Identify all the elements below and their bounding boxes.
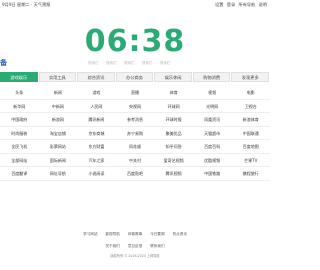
- link-item[interactable]: 知乎问答: [154, 140, 193, 153]
- login-link[interactable]: 登录: [227, 2, 235, 7]
- bottom-link[interactable]: 影视导航: [105, 231, 119, 237]
- date-weather: 9月9日 星期二 · 天气预报: [2, 2, 51, 7]
- link-item[interactable]: 小说阅读: [77, 167, 116, 180]
- tab-games[interactable]: 游戏娱乐: [0, 72, 38, 82]
- link-item[interactable]: 彩票网站: [39, 140, 78, 153]
- link-item[interactable]: 天猫超市: [193, 127, 232, 140]
- top-bar: 9月9日 星期二 · 天气预报 设置 登录 所有导航 说明: [0, 0, 270, 10]
- link-row: 全部网站 国际新闻 汽车之家 中关村 爱奇艺视频 优酷视频 芒果TV: [0, 154, 270, 167]
- link-row: 时尚服装 淘宝店铺 京东商城 苏宁易购 聚美优品 天猫超市 中国联通: [0, 127, 270, 140]
- link-row: 全民飞机 彩票网站 东方财富 同花顺 知乎问答 百度百科 百度地图: [0, 140, 270, 154]
- link-item[interactable]: 全部网站: [0, 154, 39, 167]
- about-link[interactable]: 关于我们: [105, 243, 119, 249]
- link-item[interactable]: 卫视台: [231, 100, 270, 113]
- all-nav-link[interactable]: 所有导航: [239, 2, 256, 7]
- top-links: 设置 登录 所有导航 说明: [213, 0, 267, 10]
- link-item[interactable]: 优酷视频: [193, 154, 232, 167]
- bottom-link[interactable]: 体育赛事: [128, 231, 142, 237]
- link-item[interactable]: 新浪网: [39, 113, 78, 126]
- tab-shopping[interactable]: 购物消费: [192, 72, 231, 82]
- tab-news[interactable]: 综合资讯: [77, 72, 115, 82]
- link-item[interactable]: 凤凰资讯: [193, 113, 232, 126]
- link-item[interactable]: 全民飞机: [0, 140, 39, 153]
- link-row: 新华网 中新网 人民网 央视网 环球网 光明网 卫视台: [0, 100, 270, 113]
- link-item[interactable]: 中关村: [116, 154, 155, 167]
- link-item[interactable]: 京东商城: [77, 127, 116, 140]
- tab-leisure[interactable]: 娱乐休闲: [154, 72, 192, 82]
- tab-tools[interactable]: 实用工具: [38, 72, 77, 82]
- link-item[interactable]: 中国政府: [0, 113, 39, 126]
- bottom-link[interactable]: 热点资讯: [173, 231, 187, 237]
- link-item[interactable]: 腾讯新闻: [77, 113, 116, 126]
- link-item[interactable]: 聚美优品: [154, 127, 193, 140]
- category-tabs: 游戏娱乐 实用工具 综合资讯 办公商务 娱乐休闲 购物消费 发现更多: [0, 72, 270, 82]
- link-item[interactable]: 时尚服装: [0, 127, 39, 140]
- link-item[interactable]: 百度百科: [193, 140, 232, 153]
- link-item[interactable]: 环球网: [154, 100, 193, 113]
- link-item[interactable]: 网址导航: [39, 167, 78, 180]
- link-item[interactable]: 体育: [154, 86, 193, 99]
- link-item[interactable]: 携程旅行: [231, 167, 270, 180]
- link-item[interactable]: 人民网: [77, 100, 116, 113]
- link-item[interactable]: 新闻: [39, 86, 78, 99]
- link-item[interactable]: 汽车之家: [77, 154, 116, 167]
- footer-links: 关于我们 意见反馈 联系我们: [0, 243, 270, 249]
- link-row: 中国政府 新浪网 腾讯新闻 参考消息 环球时报 凤凰资讯 新浪体育: [0, 113, 270, 127]
- search-engine-1[interactable]: 搜索栏: [88, 61, 99, 65]
- logo[interactable]: 备: [0, 58, 12, 68]
- link-item[interactable]: 央视网: [116, 100, 155, 113]
- link-row: 头条 新闻 游戏 直播 体育 视频 电影: [0, 86, 270, 100]
- bottom-link[interactable]: 今日要闻: [150, 231, 164, 237]
- link-item[interactable]: 中国铁路: [193, 167, 232, 180]
- link-grid: 头条 新闻 游戏 直播 体育 视频 电影 新华网 中新网 人民网 央视网 环球网…: [0, 86, 270, 181]
- search-engine-4[interactable]: 搜索栏: [142, 61, 153, 65]
- link-item[interactable]: 同花顺: [116, 140, 155, 153]
- link-item[interactable]: 新浪体育: [231, 113, 270, 126]
- link-row: 百度翻译 网址导航 小说阅读 百度贴吧 腾讯视频 中国铁路 携程旅行: [0, 167, 270, 181]
- link-item[interactable]: 国际新闻: [39, 154, 78, 167]
- link-item[interactable]: 中国联通: [231, 127, 270, 140]
- tab-more[interactable]: 发现更多: [231, 72, 270, 82]
- clock-display: 06:38: [84, 24, 186, 59]
- link-item[interactable]: 视频: [193, 86, 232, 99]
- link-item[interactable]: 中新网: [39, 100, 78, 113]
- search-engine-5[interactable]: 搜索栏: [160, 61, 171, 65]
- link-item[interactable]: 环球时报: [154, 113, 193, 126]
- link-item[interactable]: 百度地图: [231, 140, 270, 153]
- link-item[interactable]: 参考消息: [116, 113, 155, 126]
- bottom-category-links: 学习网站 影视导航 体育赛事 今日要闻 热点资讯: [0, 231, 270, 237]
- help-link[interactable]: 说明: [259, 2, 267, 7]
- link-item[interactable]: 新华网: [0, 100, 39, 113]
- link-item[interactable]: 百度翻译: [0, 167, 39, 180]
- copyright-footer: 版权所有 © 2016-2024 上网导航: [110, 254, 160, 258]
- search-engine-2[interactable]: 搜索栏: [106, 61, 117, 65]
- link-item[interactable]: 东方财富: [77, 140, 116, 153]
- contact-link[interactable]: 联系我们: [150, 243, 164, 249]
- search-engine-bar: 搜索栏 搜索栏 搜索栏 搜索栏 搜索栏: [88, 60, 208, 67]
- settings-link[interactable]: 设置: [215, 2, 223, 7]
- link-item[interactable]: 光明网: [193, 100, 232, 113]
- bottom-link[interactable]: 学习网站: [83, 231, 97, 237]
- search-engine-3[interactable]: 搜索栏: [124, 61, 135, 65]
- link-item[interactable]: 电影: [231, 86, 270, 99]
- feedback-link[interactable]: 意见反馈: [128, 243, 142, 249]
- link-item[interactable]: 直播: [116, 86, 155, 99]
- link-item[interactable]: 淘宝店铺: [39, 127, 78, 140]
- link-item[interactable]: 苏宁易购: [116, 127, 155, 140]
- link-item[interactable]: 芒果TV: [231, 154, 270, 167]
- link-item[interactable]: 百度贴吧: [116, 167, 155, 180]
- tab-office[interactable]: 办公商务: [115, 72, 154, 82]
- link-item[interactable]: 爱奇艺视频: [154, 154, 193, 167]
- link-item[interactable]: 游戏: [77, 86, 116, 99]
- link-item[interactable]: 腾讯视频: [154, 167, 193, 180]
- link-item[interactable]: 头条: [0, 86, 39, 99]
